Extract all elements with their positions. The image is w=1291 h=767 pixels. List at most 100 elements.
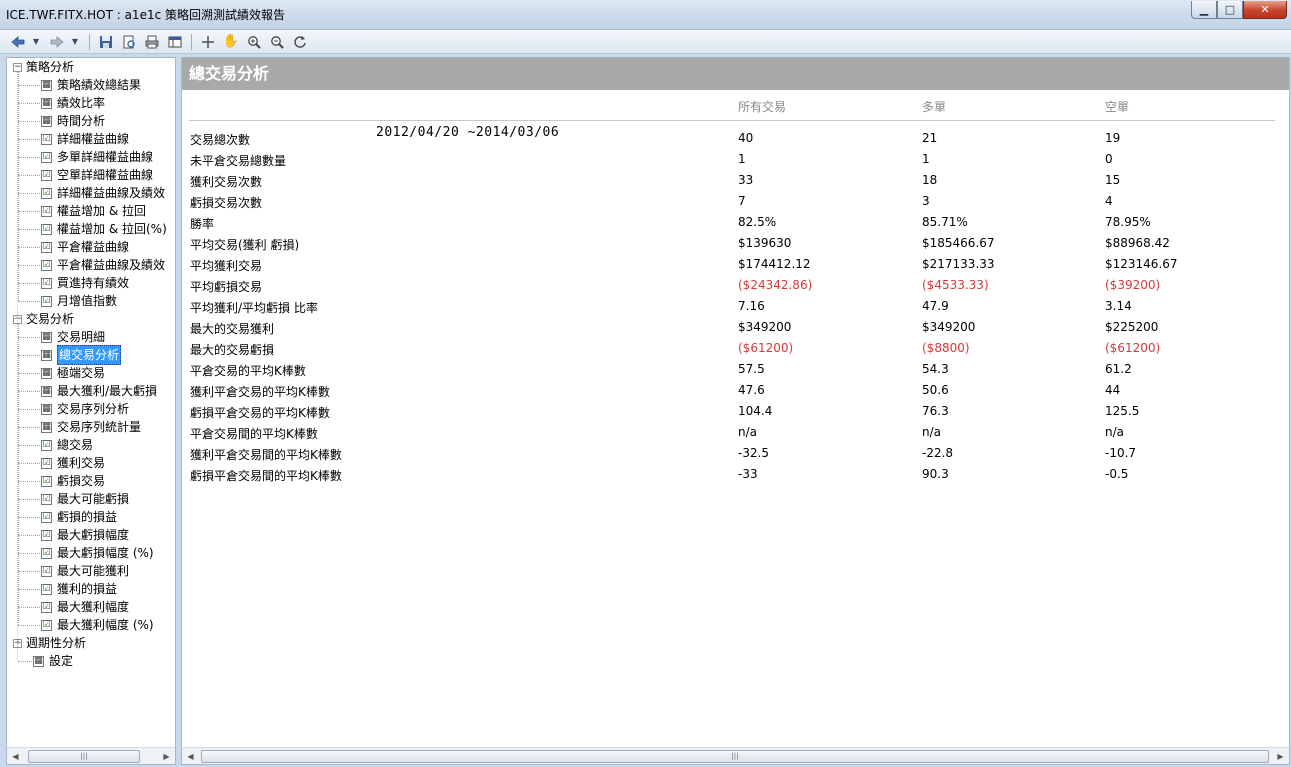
- tree-item-label[interactable]: 多單詳細權益曲線: [57, 148, 153, 166]
- zoom-out-icon[interactable]: [267, 33, 287, 51]
- tree-item-label[interactable]: 時間分析: [57, 112, 105, 130]
- tree-item-label[interactable]: 交易序列分析: [57, 400, 129, 418]
- scroll-right-icon[interactable]: ▶: [158, 748, 175, 765]
- tree-item-label[interactable]: 詳細權益曲線及績效: [57, 184, 165, 202]
- tree-item-label[interactable]: 策略績效總結果: [57, 76, 141, 94]
- tree-item[interactable]: ☑ 最大可能虧損: [41, 490, 129, 508]
- tree-item[interactable]: ☑ 獲利交易: [41, 454, 105, 472]
- tree-item[interactable]: ▦ 時間分析: [41, 112, 105, 130]
- tree-item[interactable]: ☑ 多單詳細權益曲線: [41, 148, 153, 166]
- tree-item[interactable]: ▦ 交易序列統計量: [41, 418, 141, 436]
- tree-item[interactable]: ☑ 總交易: [41, 436, 93, 454]
- tree-item-label[interactable]: 最大可能虧損: [57, 490, 129, 508]
- tree-item[interactable]: ☑ 最大可能獲利: [41, 562, 129, 580]
- tree-group-label[interactable]: 交易分析: [26, 310, 74, 328]
- tree-item-label[interactable]: 最大獲利幅度: [57, 598, 129, 616]
- tree-item-label[interactable]: 績效比率: [57, 94, 105, 112]
- tree-group[interactable]: − 交易分析: [13, 310, 74, 328]
- crosshair-icon[interactable]: [198, 33, 218, 51]
- tree-horizontal-scrollbar[interactable]: ◀ ||| ▶: [7, 747, 175, 764]
- tree-item-label[interactable]: 獲利交易: [57, 454, 105, 472]
- tree-item[interactable]: ☑ 最大虧損幅度: [41, 526, 129, 544]
- tree-item-label[interactable]: 最大虧損幅度: [57, 526, 129, 544]
- tree-group-label[interactable]: 策略分析: [26, 58, 74, 76]
- tree-group-label[interactable]: 週期性分析: [26, 634, 86, 652]
- tree-item-label[interactable]: 最大可能獲利: [57, 562, 129, 580]
- tree-item[interactable]: ☑ 空單詳細權益曲線: [41, 166, 153, 184]
- hand-icon[interactable]: ✋: [221, 33, 241, 51]
- tree-item-label[interactable]: 獲利的損益: [57, 580, 117, 598]
- print-icon[interactable]: [142, 33, 162, 51]
- scroll-right-icon[interactable]: ▶: [1272, 748, 1289, 765]
- row-value: 54.3: [922, 362, 949, 376]
- refresh-icon[interactable]: [290, 33, 310, 51]
- tree-item-label[interactable]: 月增值指數: [57, 292, 117, 310]
- tree-item-label[interactable]: 權益增加 & 拉回(%): [57, 220, 167, 238]
- save-icon[interactable]: [96, 33, 116, 51]
- row-label: 獲利平倉交易的平均K棒數: [190, 385, 330, 399]
- tree-item[interactable]: ☑ 最大虧損幅度 (%): [41, 544, 154, 562]
- minimize-button[interactable]: ▁: [1191, 1, 1217, 19]
- row-value: 47.6: [738, 383, 765, 397]
- tree-item-label[interactable]: 最大獲利幅度 (%): [57, 616, 154, 634]
- close-button[interactable]: ✕: [1243, 1, 1287, 19]
- scroll-left-icon[interactable]: ◀: [7, 748, 24, 765]
- tree-item-label[interactable]: 空單詳細權益曲線: [57, 166, 153, 184]
- maximize-button[interactable]: □: [1217, 1, 1243, 19]
- tree-item[interactable]: ☑ 平倉權益曲線: [41, 238, 129, 256]
- scroll-left-icon[interactable]: ◀: [182, 748, 199, 765]
- tree-group[interactable]: + 週期性分析: [13, 634, 86, 652]
- scroll-thumb[interactable]: |||: [201, 749, 1269, 763]
- dropdown-icon[interactable]: ▼: [31, 33, 41, 51]
- tree-item[interactable]: ▦ 最大獲利/最大虧損: [41, 382, 157, 400]
- tree-item[interactable]: ▦ 交易序列分析: [41, 400, 129, 418]
- tree-item-label[interactable]: 交易序列統計量: [57, 418, 141, 436]
- print-preview-icon[interactable]: [119, 33, 139, 51]
- tree-item[interactable]: ☑ 權益增加 & 拉回: [41, 202, 146, 220]
- tree-item-label[interactable]: 總交易: [57, 436, 93, 454]
- tree-connector: [18, 373, 40, 374]
- tree-item-label[interactable]: 平倉權益曲線及績效: [57, 256, 165, 274]
- tree-item-label[interactable]: 極端交易: [57, 364, 105, 382]
- tree-item[interactable]: ☑ 買進持有績效: [41, 274, 129, 292]
- tree-item-label[interactable]: 總交易分析: [57, 345, 122, 365]
- tree-item[interactable]: ☑ 最大獲利幅度: [41, 598, 129, 616]
- tree-item-settings[interactable]: ▦ 設定: [33, 652, 73, 670]
- tree-item[interactable]: ▦ 極端交易: [41, 364, 105, 382]
- tree-item[interactable]: ▦ 交易明細: [41, 328, 105, 346]
- tree-item[interactable]: ☑ 最大獲利幅度 (%): [41, 616, 154, 634]
- tree-item[interactable]: ▦ 總交易分析: [41, 345, 122, 365]
- zoom-in-icon[interactable]: [244, 33, 264, 51]
- tree-item[interactable]: ☑ 平倉權益曲線及績效: [41, 256, 165, 274]
- tree-item[interactable]: ☑ 月增值指數: [41, 292, 117, 310]
- tree-item-label[interactable]: 權益增加 & 拉回: [57, 202, 146, 220]
- tree-item[interactable]: ☑ 詳細權益曲線: [41, 130, 129, 148]
- tree-group[interactable]: − 策略分析: [13, 58, 74, 76]
- tree-item[interactable]: ☑ 詳細權益曲線及績效: [41, 184, 165, 202]
- table-row: 平倉交易的平均K棒數 57.5 54.3 61.2: [182, 359, 1282, 380]
- row-value: 0: [1105, 152, 1113, 166]
- tree-item-label[interactable]: 買進持有績效: [57, 274, 129, 292]
- forward-arrow-icon[interactable]: [47, 33, 67, 51]
- tree-item[interactable]: ▦ 策略績效總結果: [41, 76, 141, 94]
- tree-item-label[interactable]: 平倉權益曲線: [57, 238, 129, 256]
- collapse-icon[interactable]: −: [13, 62, 22, 72]
- layout-icon[interactable]: [165, 33, 185, 51]
- tree-item-label[interactable]: 虧損的損益: [57, 508, 117, 526]
- tree-item[interactable]: ☑ 虧損的損益: [41, 508, 117, 526]
- report-horizontal-scrollbar[interactable]: ◀ ||| ▶: [182, 747, 1289, 764]
- tree-item[interactable]: ☑ 獲利的損益: [41, 580, 117, 598]
- tree-item-label[interactable]: 虧損交易: [57, 472, 105, 490]
- dropdown-icon[interactable]: ▼: [70, 33, 80, 51]
- tree-item-label[interactable]: 最大虧損幅度 (%): [57, 544, 154, 562]
- tree-item-label[interactable]: 詳細權益曲線: [57, 130, 129, 148]
- tree-item-label[interactable]: 設定: [49, 652, 73, 670]
- tree-item-label[interactable]: 交易明細: [57, 328, 105, 346]
- tree-item[interactable]: ☑ 虧損交易: [41, 472, 105, 490]
- tree-connector: [18, 337, 40, 338]
- scroll-thumb[interactable]: |||: [28, 749, 140, 763]
- back-arrow-icon[interactable]: [8, 33, 28, 51]
- tree-item[interactable]: ▦ 績效比率: [41, 94, 105, 112]
- tree-item-label[interactable]: 最大獲利/最大虧損: [57, 382, 157, 400]
- tree-item[interactable]: ☑ 權益增加 & 拉回(%): [41, 220, 167, 238]
